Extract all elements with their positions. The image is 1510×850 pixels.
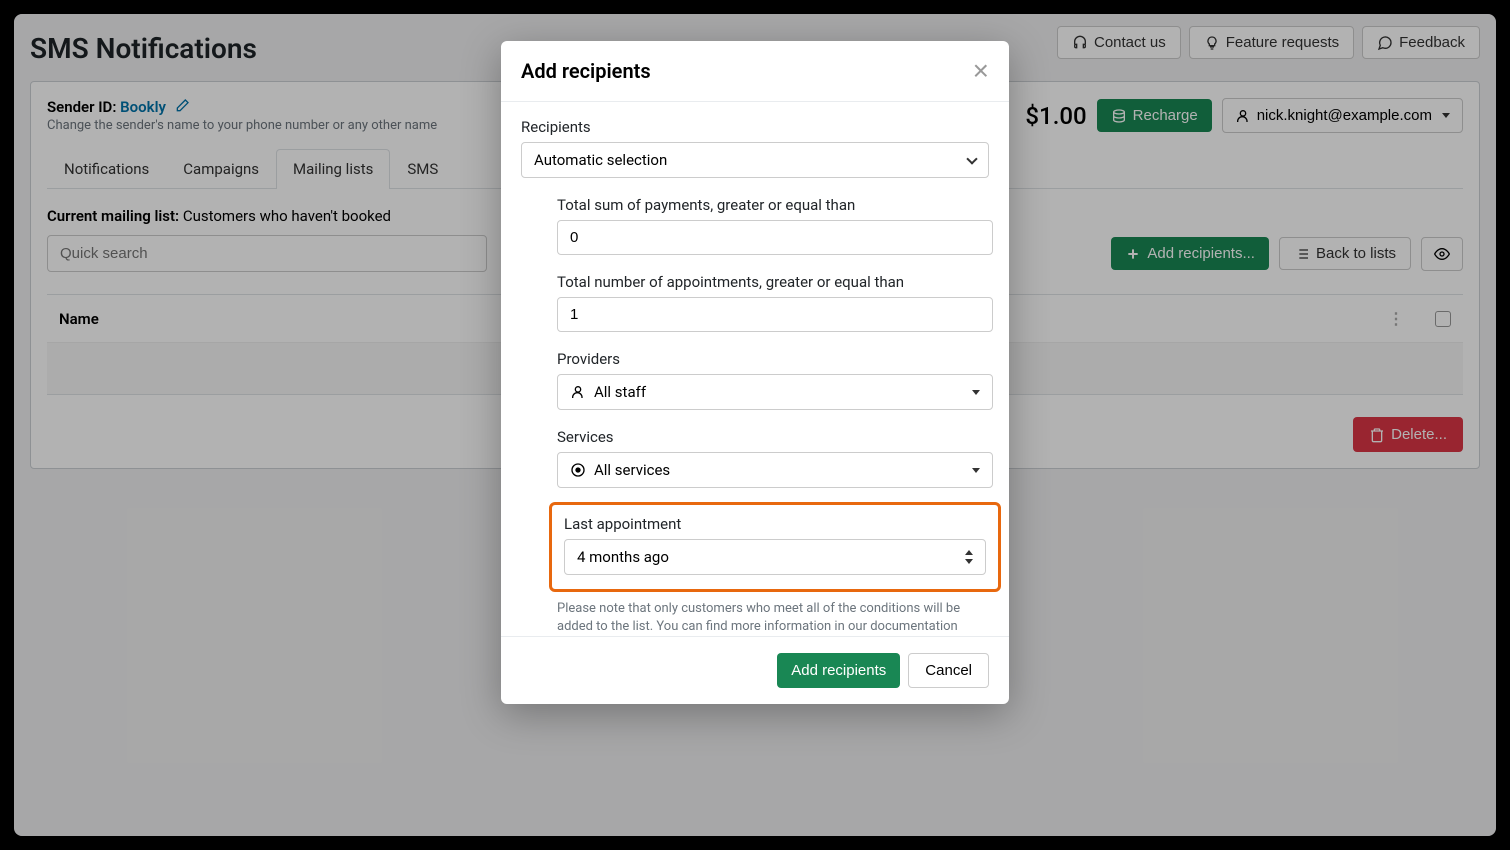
- appts-label: Total number of appointments, greater or…: [557, 273, 993, 291]
- submit-button[interactable]: Add recipients: [777, 653, 900, 688]
- sum-input[interactable]: [557, 220, 993, 255]
- sum-label: Total sum of payments, greater or equal …: [557, 196, 993, 214]
- last-appointment-label: Last appointment: [564, 515, 986, 533]
- caret-down-icon: [972, 390, 980, 395]
- appts-input[interactable]: [557, 297, 993, 332]
- modal-header: Add recipients ×: [501, 41, 1009, 102]
- providers-label: Providers: [557, 350, 993, 368]
- services-label: Services: [557, 428, 993, 446]
- modal-title: Add recipients: [521, 59, 651, 83]
- recipients-select[interactable]: Automatic selection: [521, 142, 989, 178]
- last-appointment-select[interactable]: 4 months ago: [564, 539, 986, 575]
- add-recipients-modal: Add recipients × Recipients Automatic se…: [501, 41, 1009, 704]
- highlighted-field: Last appointment 4 months ago: [549, 502, 1001, 592]
- providers-select[interactable]: All staff: [557, 374, 993, 410]
- modal-helper-text: Please note that only customers who meet…: [557, 600, 993, 636]
- close-button[interactable]: ×: [973, 57, 989, 85]
- user-icon: [570, 384, 586, 400]
- modal-footer: Add recipients Cancel: [501, 636, 1009, 704]
- select-arrows-icon: [963, 550, 973, 564]
- recipients-label: Recipients: [521, 118, 989, 136]
- circle-dot-icon: [570, 462, 586, 478]
- modal-body: Recipients Automatic selection Total sum…: [501, 102, 1009, 636]
- caret-down-icon: [972, 468, 980, 473]
- cancel-button[interactable]: Cancel: [908, 653, 989, 688]
- filters-section: Total sum of payments, greater or equal …: [557, 196, 993, 636]
- screen: Contact us Feature requests Feedback SMS…: [14, 14, 1496, 836]
- services-select[interactable]: All services: [557, 452, 993, 488]
- chevron-down-icon: [966, 153, 977, 164]
